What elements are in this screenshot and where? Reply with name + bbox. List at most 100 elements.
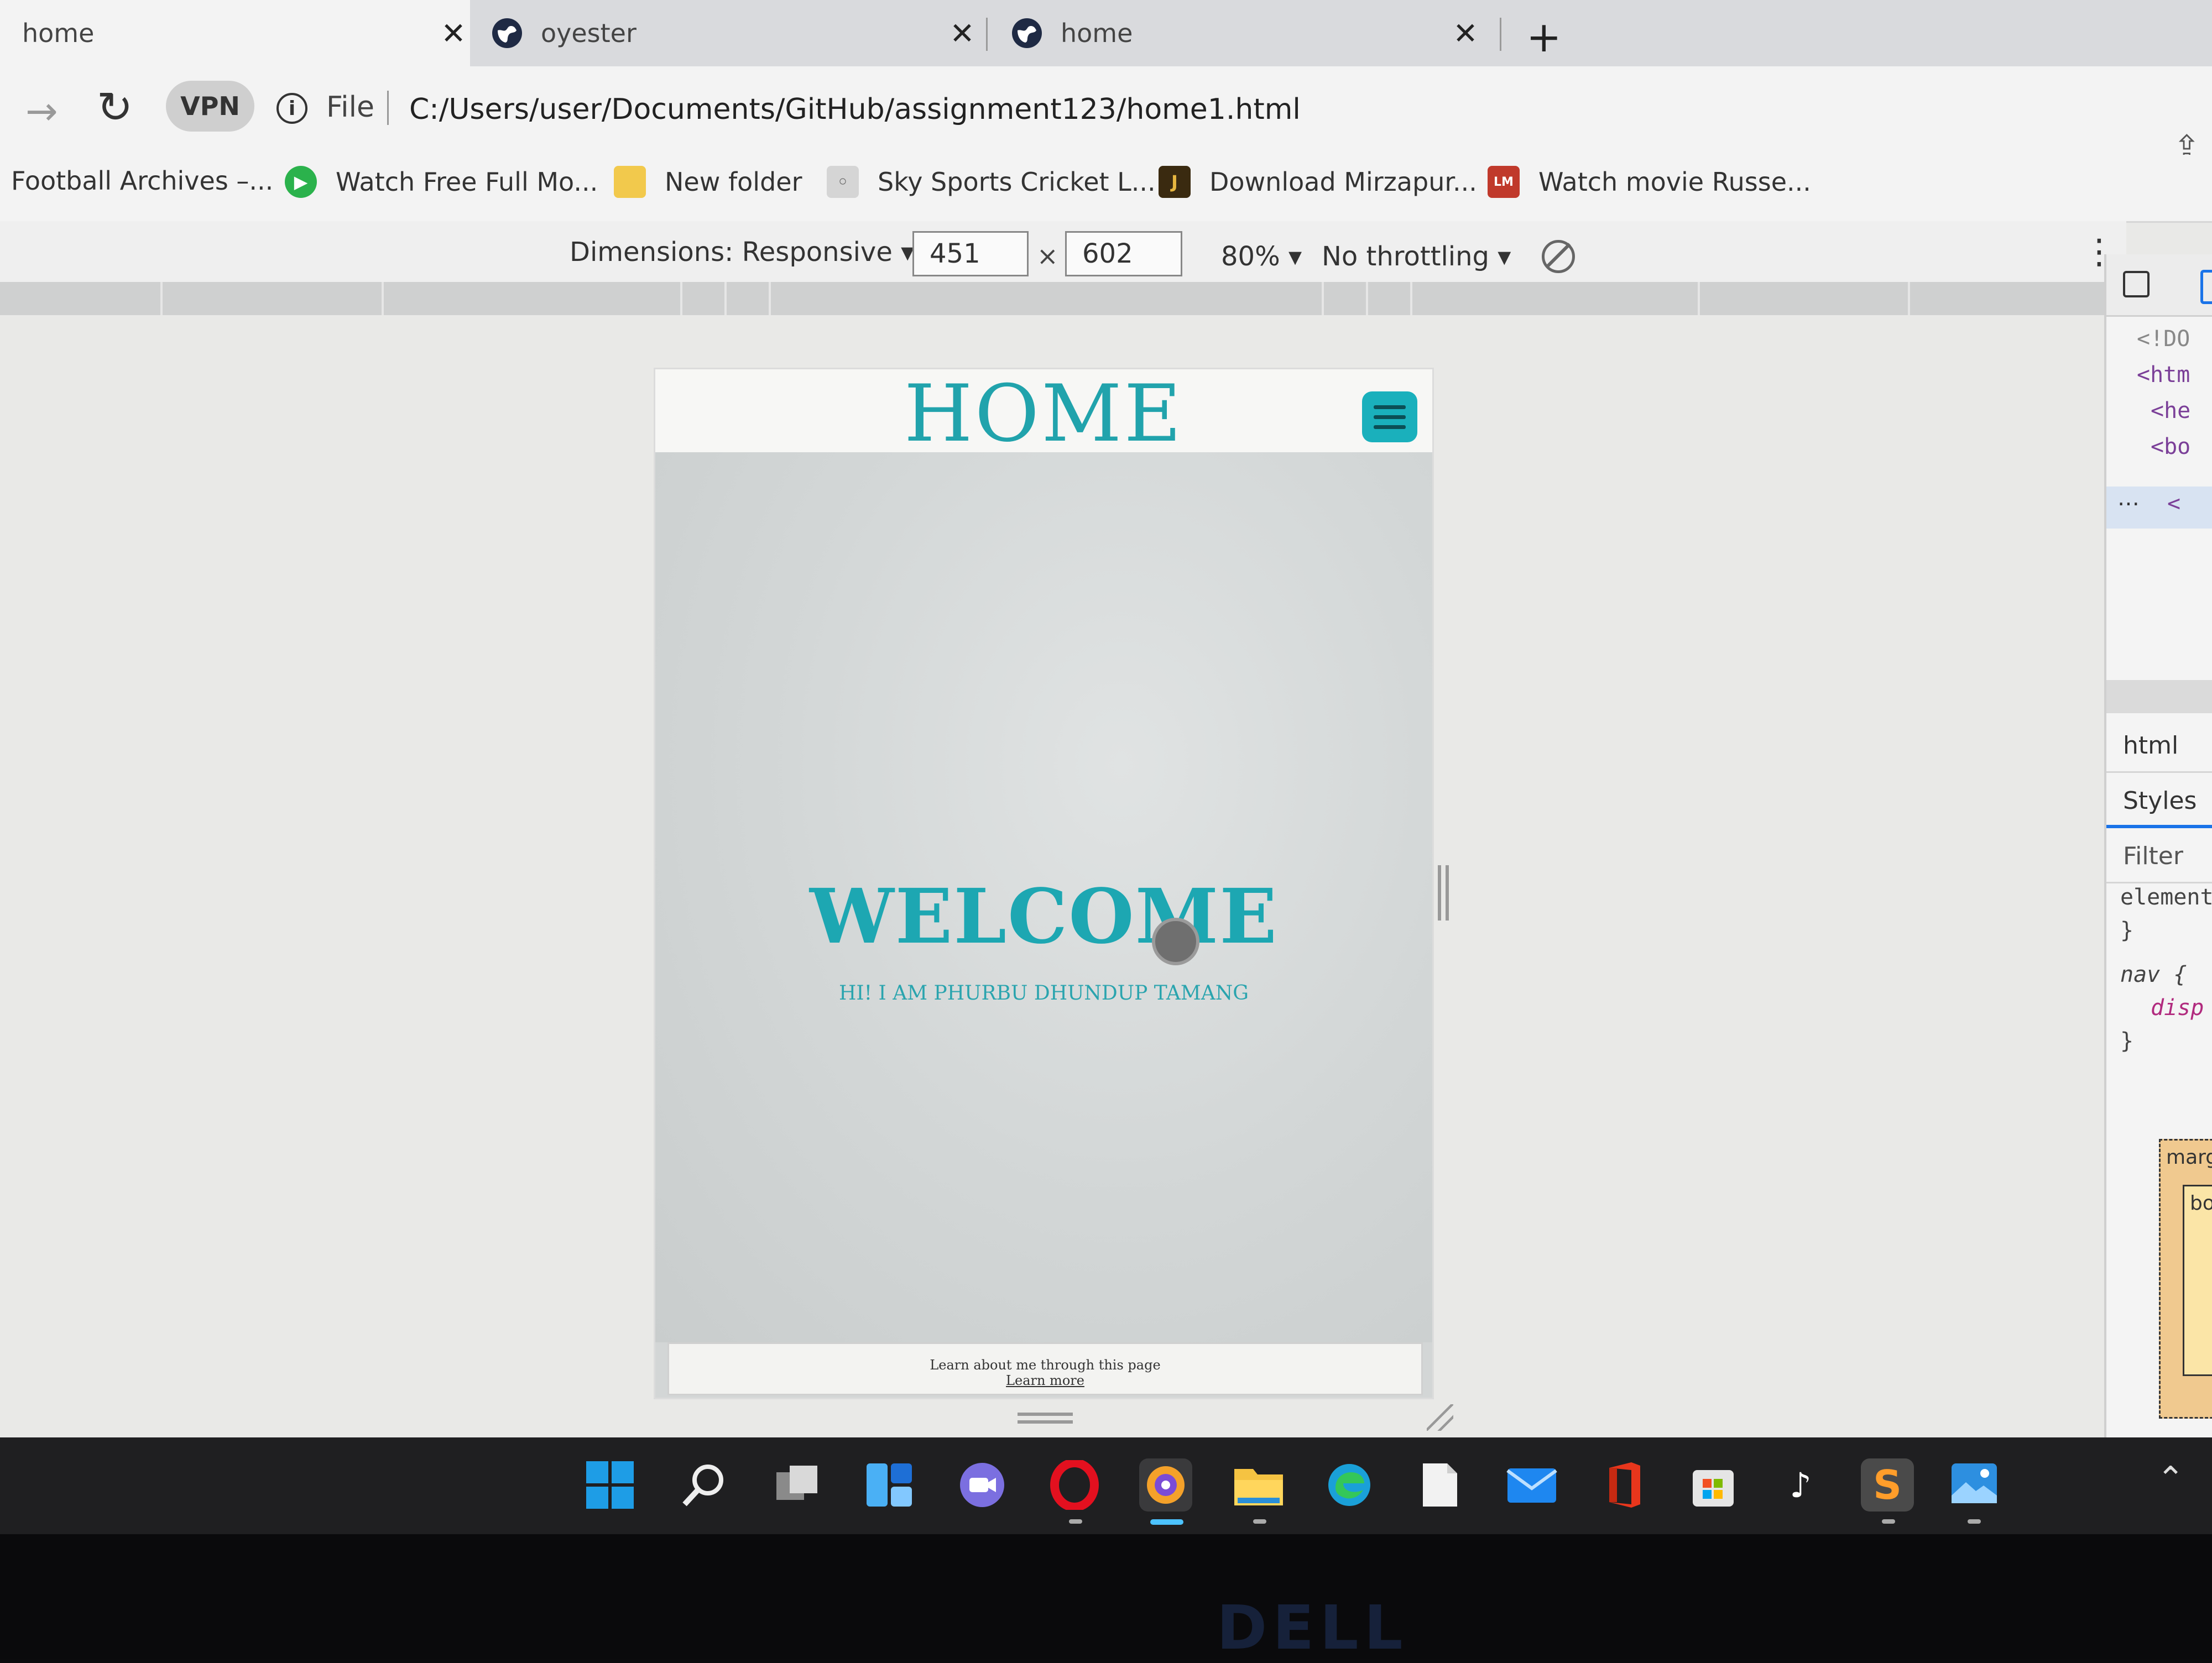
dell-logo: DELL	[1217, 1592, 1408, 1663]
page-title: HOME	[904, 369, 1184, 459]
teams-chat-icon[interactable]	[956, 1458, 1009, 1512]
sky-sports-icon: ◦	[827, 166, 859, 198]
media-query-ruler[interactable]	[0, 282, 2124, 315]
viewport-resize-handle-bottom[interactable]	[1018, 1413, 1073, 1424]
width-input[interactable]: 451	[912, 231, 1029, 276]
dom-node[interactable]: <!DO	[2137, 326, 2190, 352]
close-icon[interactable]: ✕	[437, 16, 470, 51]
search-icon[interactable]	[677, 1458, 731, 1512]
microsoft-store-icon[interactable]	[1687, 1458, 1740, 1512]
laptop-screen: home ✕ oyester ✕ home ✕ + → ↻ VPN i File…	[0, 0, 2212, 1534]
forward-arrow-icon[interactable]: →	[25, 88, 58, 134]
folder-icon	[614, 166, 646, 198]
style-rule-line: nav {	[2120, 962, 2187, 987]
bookmark-new-folder[interactable]: New folder	[614, 166, 802, 198]
rotate-icon[interactable]	[1542, 240, 1575, 273]
styles-filter-input[interactable]: Filter	[2106, 829, 2212, 883]
hero-section: WELCOME HI! I AM PHURBU DHUNDUP TAMANG	[655, 452, 1432, 1342]
zoom-dropdown[interactable]: 80% ▾	[1221, 241, 1302, 272]
throttling-dropdown[interactable]: No throttling ▾	[1322, 241, 1511, 272]
hero-tagline: HI! I AM PHURBU DHUNDUP TAMANG	[839, 982, 1249, 1005]
dimensions-label: Dimensions: Responsive	[570, 237, 893, 268]
inspect-element-icon[interactable]	[2123, 271, 2150, 297]
style-rule-line: }	[2120, 1028, 2134, 1054]
emulated-viewport: HOME WELCOME HI! I AM PHURBU DHUNDUP TAM…	[655, 369, 1432, 1398]
widgets-icon[interactable]	[863, 1458, 916, 1512]
tab-title: home	[22, 18, 95, 48]
url-separator	[387, 91, 389, 125]
windows-start-icon[interactable]	[583, 1458, 637, 1512]
viewport-resize-handle-corner[interactable]	[1427, 1404, 1453, 1431]
style-rule-line: element	[2120, 885, 2212, 910]
tiktok-icon[interactable]: ♪	[1774, 1458, 1827, 1512]
bookmark-football-archives[interactable]: Football Archives –...	[11, 166, 273, 196]
site-info-icon[interactable]: i	[276, 93, 307, 124]
selected-dom-node[interactable]: ⋯ <	[2106, 487, 2212, 529]
notepad-icon[interactable]	[1413, 1458, 1467, 1512]
brave-browser-icon[interactable]	[1139, 1458, 1192, 1512]
dom-node[interactable]: <he	[2151, 398, 2190, 423]
welcome-heading: WELCOME	[810, 872, 1278, 961]
bookmark-label: Watch movie Russe...	[1538, 167, 1811, 197]
bookmark-label: Sky Sports Cricket L...	[878, 167, 1156, 197]
tab-separator	[986, 18, 988, 51]
style-rule-line: }	[2120, 918, 2134, 943]
tab-title: oyester	[541, 18, 637, 48]
viewport-resize-handle-right[interactable]	[1438, 865, 1449, 921]
opera-icon[interactable]	[1048, 1458, 1101, 1512]
task-view-icon[interactable]	[771, 1458, 825, 1512]
dropdown-caret-icon: ▾	[1498, 241, 1511, 272]
devtools-toolbar	[2106, 254, 2212, 317]
running-indicator	[1968, 1519, 1981, 1524]
tab-styles[interactable]: Styles	[2106, 774, 2212, 828]
tab-oyester[interactable]: oyester ✕	[492, 0, 979, 66]
running-indicator	[1882, 1519, 1895, 1524]
edge-icon[interactable]	[1323, 1458, 1376, 1512]
new-tab-plus-icon[interactable]: +	[1526, 12, 1562, 61]
tab-separator	[1500, 18, 1501, 51]
tab-home[interactable]: home ✕	[1012, 0, 1482, 66]
address-bar[interactable]: C:/Users/user/Documents/GitHub/assignmen…	[409, 93, 1301, 126]
bookmark-label: Watch Free Full Mo...	[336, 167, 598, 197]
tray-chevron-up-icon[interactable]: ⌃	[2157, 1460, 2184, 1498]
office-icon[interactable]	[1597, 1458, 1650, 1512]
height-input[interactable]: 602	[1065, 231, 1182, 276]
bookmark-sky-sports[interactable]: ◦ Sky Sports Cricket L...	[827, 166, 1156, 198]
dom-node[interactable]: <htm	[2137, 362, 2190, 388]
bookmark-watch-free[interactable]: ▶ Watch Free Full Mo...	[285, 166, 598, 198]
bookmark-label: Download Mirzapur...	[1209, 167, 1477, 197]
dom-breadcrumb[interactable]: html	[2106, 719, 2212, 773]
ellipsis-icon: ⋯	[2117, 491, 2140, 516]
bookmarks-bar: Football Archives –... ▶ Watch Free Full…	[0, 155, 2212, 223]
dom-node[interactable]: <bo	[2151, 434, 2190, 459]
page-header: HOME	[655, 369, 1432, 459]
box-model-diagram: marg bo	[2159, 1139, 2212, 1419]
hamburger-menu-button[interactable]	[1362, 391, 1417, 442]
active-app-indicator	[1150, 1519, 1183, 1525]
mirzapur-icon: J	[1159, 166, 1191, 198]
sublime-text-icon[interactable]: S	[1861, 1458, 1914, 1512]
dimensions-dropdown[interactable]: Dimensions: Responsive ▾	[570, 237, 914, 268]
movie-site-icon: LM	[1488, 166, 1520, 198]
url-scheme-label: File	[326, 91, 375, 124]
bookmark-mirzapur[interactable]: J Download Mirzapur...	[1159, 166, 1477, 198]
vpn-button[interactable]: VPN	[166, 81, 254, 132]
devtools-scrollbar[interactable]	[2106, 680, 2212, 713]
touch-cursor-indicator	[1152, 918, 1199, 965]
dimension-times: ×	[1037, 241, 1058, 271]
bookmark-watch-movie[interactable]: LM Watch movie Russe...	[1488, 166, 1811, 198]
dom-node: <	[2167, 491, 2181, 516]
tab-home-active[interactable]: home ✕	[0, 0, 470, 66]
close-icon[interactable]: ✕	[946, 16, 979, 51]
device-toggle-icon[interactable]	[2200, 270, 2212, 304]
learn-more-link[interactable]: Learn more	[669, 1373, 1421, 1388]
reload-icon[interactable]: ↻	[97, 83, 133, 133]
mail-icon[interactable]	[1505, 1458, 1558, 1512]
globe-icon	[1012, 18, 1042, 48]
throttling-value: No throttling	[1322, 241, 1490, 272]
file-explorer-icon[interactable]	[1232, 1458, 1285, 1512]
close-icon[interactable]: ✕	[1449, 16, 1482, 51]
photos-icon[interactable]	[1948, 1458, 2001, 1512]
laptop-bezel	[0, 1534, 2212, 1659]
running-indicator	[1253, 1519, 1266, 1524]
